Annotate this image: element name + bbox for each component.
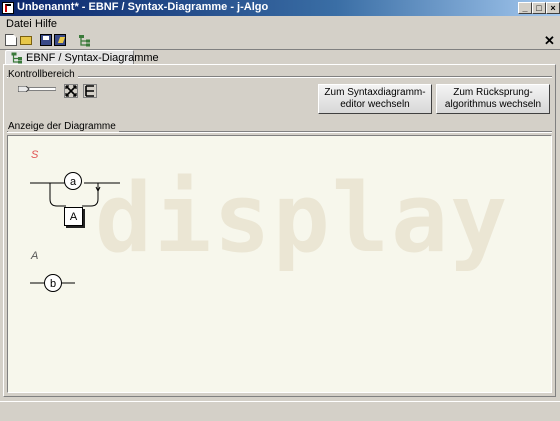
fit-to-window-icon[interactable] [64, 84, 78, 98]
rule-name-s: S [31, 149, 39, 161]
syntax-diagram-icon[interactable] [78, 34, 91, 47]
window-title: Unbenannt* - EBNF / Syntax-Diagramme - j… [17, 1, 269, 13]
control-area-label: Kontrollbereich [8, 69, 78, 80]
zoom-slider[interactable] [18, 86, 56, 92]
maximize-button[interactable]: □ [532, 2, 546, 14]
display-area-label: Anzeige der Diagramme [8, 121, 119, 132]
menu-bar: Datei Hilfe [0, 17, 560, 31]
tab-label: EBNF / Syntax-Diagramme [26, 52, 159, 64]
editor-button-line2: editor wechseln [340, 99, 410, 110]
control-area-divider [7, 76, 552, 78]
tab-ebnf-syntax-diagrams[interactable]: EBNF / Syntax-Diagramme [5, 50, 159, 65]
title-bar: Unbenannt* - EBNF / Syntax-Diagramme - j… [0, 0, 560, 16]
close-module-icon[interactable]: ✕ [544, 33, 555, 49]
menu-hilfe[interactable]: Hilfe [35, 18, 57, 30]
open-folder-icon[interactable] [20, 36, 32, 45]
close-window-button[interactable]: × [546, 2, 560, 14]
save-as-icon[interactable] [54, 34, 66, 46]
display-watermark: display [95, 164, 510, 274]
rule-name-a: A [31, 250, 39, 262]
app-icon [2, 2, 14, 14]
backtracking-algorithm-button[interactable]: Zum Rücksprung- algorithmus wechseln [436, 84, 550, 114]
tree-layout-icon[interactable] [83, 84, 97, 98]
toolbar [0, 32, 560, 50]
terminal-node-b: b [44, 274, 62, 292]
syntax-diagram-editor-button[interactable]: Zum Syntaxdiagramm- editor wechseln [318, 84, 432, 114]
new-file-icon[interactable] [5, 34, 17, 46]
menu-datei[interactable]: Datei [6, 18, 32, 30]
backtrack-button-line2: algorithmus wechseln [444, 99, 542, 110]
minimize-button[interactable]: _ [518, 2, 532, 14]
backtrack-button-line1: Zum Rücksprung- [453, 87, 533, 98]
editor-button-line1: Zum Syntaxdiagramm- [324, 87, 426, 98]
status-bar [0, 401, 560, 421]
variable-node-a: A [64, 207, 83, 226]
terminal-node-a: a [64, 172, 82, 190]
syntax-diagram-icon [11, 52, 22, 64]
save-icon[interactable] [40, 34, 52, 46]
